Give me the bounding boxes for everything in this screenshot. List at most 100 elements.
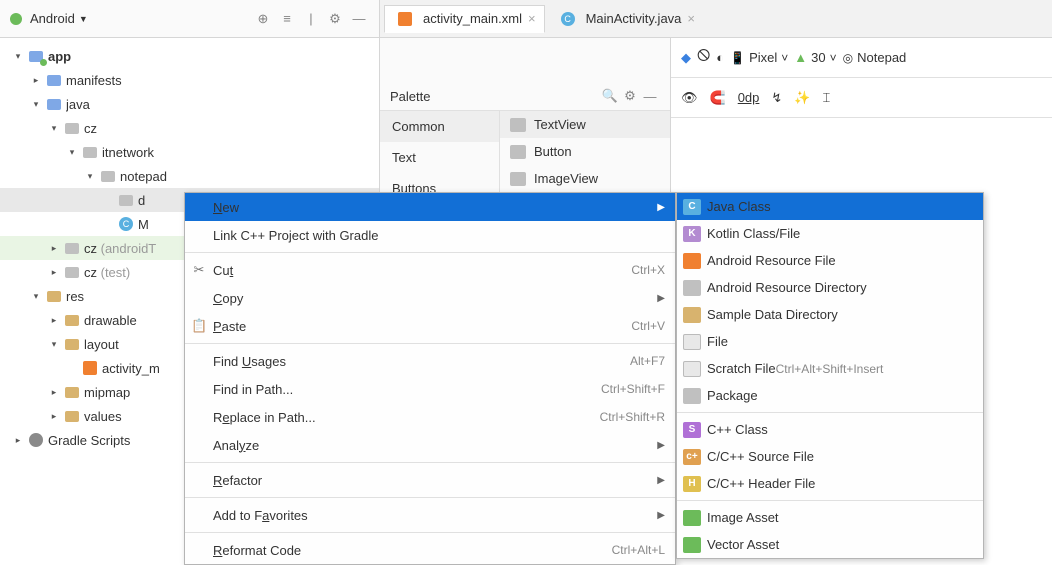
submenu-item[interactable]: SC++ Class: [677, 416, 983, 443]
orientation-icon[interactable]: 🛇: [697, 47, 710, 69]
menu-item-label: Copy: [213, 291, 651, 306]
palette-category[interactable]: Text: [380, 142, 499, 173]
menu-item[interactable]: Find UsagesAlt+F7: [185, 347, 675, 375]
night-icon[interactable]: ◐: [716, 50, 724, 65]
editor-tabs: activity_main.xml×CMainActivity.java×: [380, 0, 1052, 38]
chevron-down-icon[interactable]: ▾: [48, 123, 60, 134]
submenu-item[interactable]: Sample Data Directory: [677, 301, 983, 328]
theme-picker[interactable]: ◎ Notepad: [843, 50, 907, 65]
menu-item-label: Find Usages: [213, 354, 630, 369]
expand-icon[interactable]: ≡: [275, 11, 299, 26]
chevron-down-icon[interactable]: ▾: [66, 147, 78, 158]
surface-icon[interactable]: ◆: [681, 50, 691, 66]
palette-component[interactable]: TextView: [500, 111, 670, 138]
submenu-item[interactable]: KKotlin Class/File: [677, 220, 983, 247]
menu-item[interactable]: 📋PasteCtrl+V: [185, 312, 675, 340]
default-margin[interactable]: 0dp: [738, 90, 760, 105]
menu-item[interactable]: Add to Favorites▶: [185, 501, 675, 529]
chevron-right-icon[interactable]: ▸: [48, 267, 60, 278]
menu-item-label: Reformat Code: [213, 543, 612, 558]
submenu-item[interactable]: Scratch FileCtrl+Alt+Shift+Insert: [677, 355, 983, 382]
submenu-item[interactable]: Image Asset: [677, 504, 983, 531]
device-picker[interactable]: 📱 Pixel ˅: [730, 50, 788, 65]
menu-item[interactable]: Link C++ Project with Gradle: [185, 221, 675, 249]
component-label: Button: [534, 144, 572, 159]
tree-row[interactable]: ▾itnetwork: [0, 140, 379, 164]
fold-gray-icon: [64, 240, 80, 256]
context-menu[interactable]: New▶Link C++ Project with Gradle ✂CutCtrl…: [184, 192, 676, 565]
api-picker[interactable]: ▲ 30 ˅: [794, 50, 836, 65]
menu-item-label: New: [213, 200, 651, 215]
submenu-item[interactable]: CJava Class: [677, 193, 983, 220]
menu-item-label: Paste: [213, 319, 631, 334]
component-icon: [510, 145, 526, 159]
wand-icon[interactable]: ✨: [794, 90, 810, 106]
magnet-icon[interactable]: 🧲: [710, 90, 726, 106]
project-topbar: Android ▼ ⊕ ≡ | ⚙ —: [0, 0, 379, 38]
menu-item[interactable]: New▶: [185, 193, 675, 221]
menu-item[interactable]: ✂CutCtrl+X: [185, 256, 675, 284]
fold-tan-icon: [64, 384, 80, 400]
component-icon: [510, 172, 526, 186]
guidelines-icon[interactable]: ⌶: [823, 90, 831, 106]
palette-component[interactable]: Button: [500, 138, 670, 165]
submenu-item-icon: [683, 307, 701, 323]
close-icon[interactable]: ×: [687, 11, 695, 26]
new-submenu[interactable]: CJava ClassKKotlin Class/FileAndroid Res…: [676, 192, 984, 559]
submenu-item[interactable]: Android Resource File: [677, 247, 983, 274]
palette-component[interactable]: ImageView: [500, 165, 670, 192]
chevron-right-icon[interactable]: ▸: [48, 243, 60, 254]
chevron-down-icon[interactable]: ▾: [12, 51, 24, 62]
menu-item[interactable]: Analyze▶: [185, 431, 675, 459]
file-xml-icon: [82, 360, 98, 376]
chevron-right-icon[interactable]: ▸: [30, 75, 42, 86]
close-icon[interactable]: ×: [528, 11, 536, 26]
project-view-dropdown[interactable]: Android ▼: [30, 11, 88, 26]
chevron-down-icon[interactable]: ▾: [48, 339, 60, 350]
chevron-right-icon[interactable]: ▸: [12, 435, 24, 446]
menu-item-shortcut: Alt+F7: [630, 354, 665, 368]
fold-gray-icon: [100, 168, 116, 184]
tree-row[interactable]: ▸manifests: [0, 68, 379, 92]
collapse-all-icon[interactable]: ⊕: [251, 11, 275, 27]
view-options-icon[interactable]: 👁: [681, 90, 698, 106]
fold-gray-icon: [118, 192, 134, 208]
submenu-item[interactable]: Package: [677, 382, 983, 409]
gear-icon[interactable]: ⚙: [323, 11, 347, 27]
submenu-item-icon: [683, 388, 701, 404]
submenu-item[interactable]: Vector Asset: [677, 531, 983, 558]
submenu-item-label: Package: [707, 388, 758, 403]
submenu-item-label: Sample Data Directory: [707, 307, 838, 322]
search-icon[interactable]: 🔍: [600, 88, 620, 104]
menu-item[interactable]: Find in Path...Ctrl+Shift+F: [185, 375, 675, 403]
chevron-down-icon[interactable]: ▾: [30, 99, 42, 110]
submenu-item-icon: [683, 361, 701, 377]
gear-icon[interactable]: ⚙: [620, 88, 640, 104]
menu-item-label: Analyze: [213, 438, 651, 453]
editor-tab[interactable]: activity_main.xml×: [384, 5, 545, 33]
menu-item[interactable]: Replace in Path...Ctrl+Shift+R: [185, 403, 675, 431]
submenu-item[interactable]: HC/C++ Header File: [677, 470, 983, 497]
tree-row[interactable]: ▾app: [0, 44, 379, 68]
menu-item[interactable]: Refactor▶: [185, 466, 675, 494]
submenu-item-label: File: [707, 334, 728, 349]
chevron-down-icon[interactable]: ▾: [30, 291, 42, 302]
menu-item[interactable]: Reformat CodeCtrl+Alt+L: [185, 536, 675, 564]
minimize-icon[interactable]: —: [347, 11, 371, 26]
submenu-item[interactable]: c+C/C++ Source File: [677, 443, 983, 470]
chevron-right-icon[interactable]: ▸: [48, 315, 60, 326]
minimize-icon[interactable]: —: [640, 89, 660, 104]
editor-tab[interactable]: CMainActivity.java×: [547, 5, 704, 33]
clear-constraints-icon[interactable]: ↯: [771, 90, 782, 106]
submenu-item[interactable]: Android Resource Directory: [677, 274, 983, 301]
chevron-down-icon[interactable]: ▾: [84, 171, 96, 182]
tree-row[interactable]: ▾cz: [0, 116, 379, 140]
chevron-right-icon[interactable]: ▸: [48, 387, 60, 398]
design-toolbar-2: 👁 🧲 0dp ↯ ✨ ⌶: [671, 78, 1052, 118]
menu-item[interactable]: Copy▶: [185, 284, 675, 312]
palette-category[interactable]: Common: [380, 111, 499, 142]
submenu-item[interactable]: File: [677, 328, 983, 355]
tree-row[interactable]: ▾notepad: [0, 164, 379, 188]
chevron-right-icon[interactable]: ▸: [48, 411, 60, 422]
tree-row[interactable]: ▾java: [0, 92, 379, 116]
